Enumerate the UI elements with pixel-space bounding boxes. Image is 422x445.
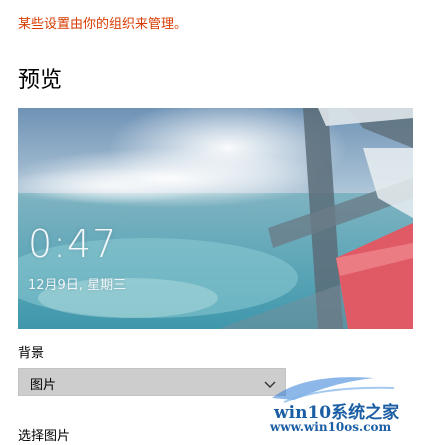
lock-screen-date: 12月9日, 星期三 [28, 278, 127, 293]
lock-screen-clock: 0:47 [28, 222, 118, 266]
choose-picture-label: 选择图片 [18, 429, 71, 444]
managed-by-organization-notice: 某些设置由你的组织来管理。 [18, 17, 188, 32]
lock-screen-preview: 0:47 12月9日, 星期三 [18, 108, 413, 329]
site-watermark: win10系统之家 www.win10os.com [264, 368, 414, 440]
preview-heading: 预览 [18, 68, 63, 93]
watermark-url: www.win10os.com [270, 420, 392, 434]
background-label: 背景 [18, 346, 45, 361]
background-type-dropdown[interactable]: 图片 [18, 368, 286, 396]
lock-screen-wallpaper [18, 108, 413, 329]
background-type-selected: 图片 [30, 378, 57, 393]
